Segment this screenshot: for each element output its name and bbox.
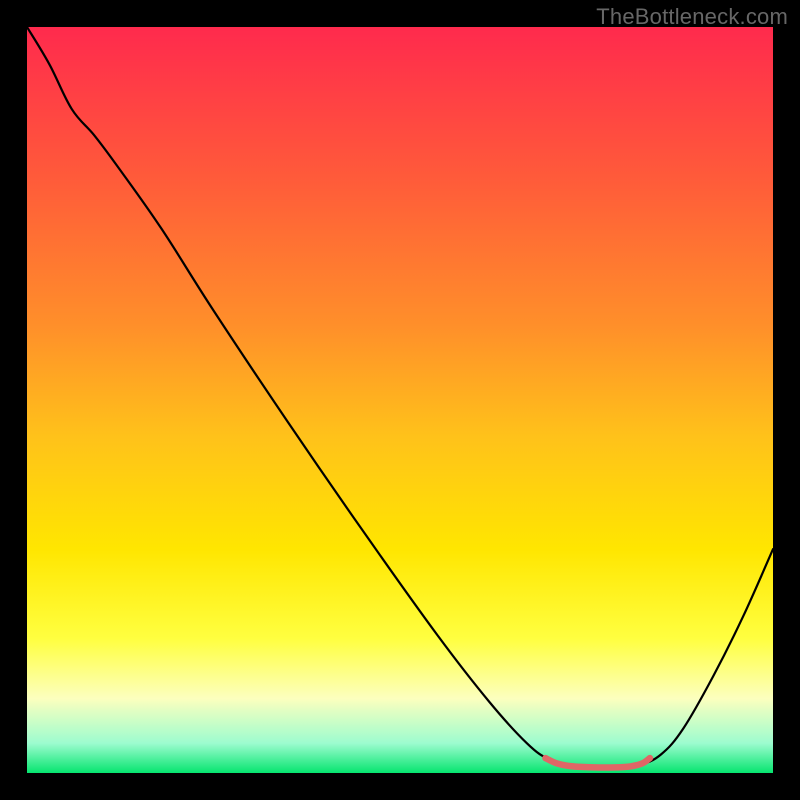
chart-svg (27, 27, 773, 773)
gradient-background (27, 27, 773, 773)
chart-container: TheBottleneck.com (0, 0, 800, 800)
plot-area (27, 27, 773, 773)
